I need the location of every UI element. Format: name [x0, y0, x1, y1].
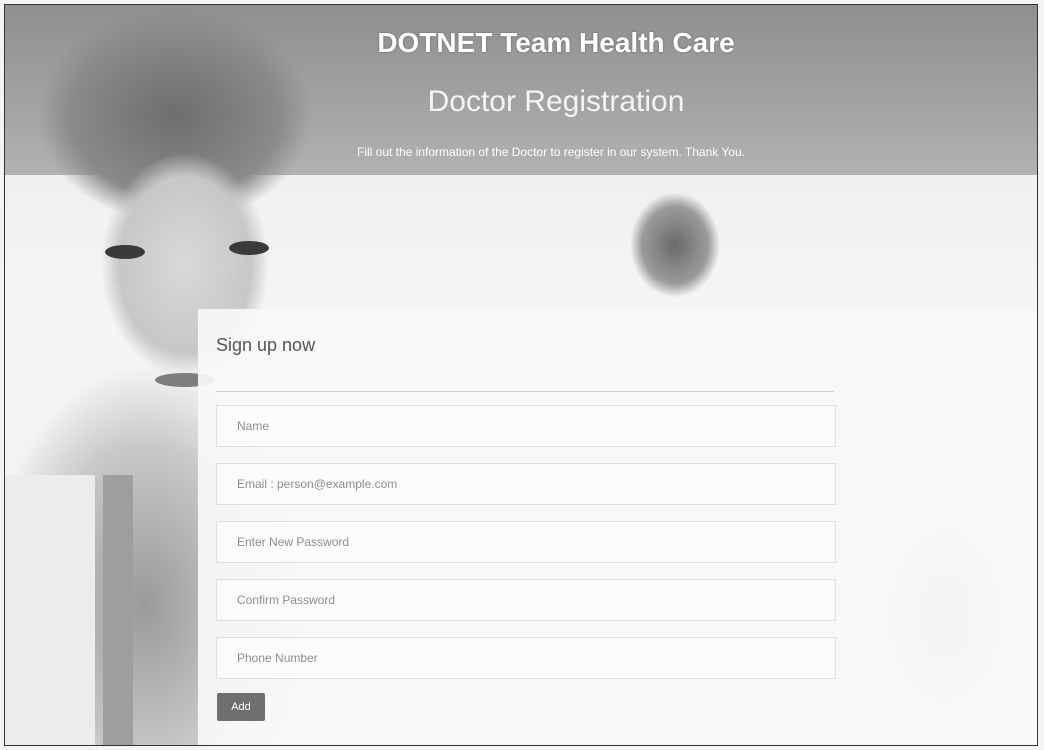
confirm-password-field[interactable] [216, 579, 836, 621]
signup-form: Sign up now Add [198, 309, 1037, 745]
add-button[interactable]: Add [217, 693, 265, 721]
page-description: Fill out the information of the Doctor t… [357, 145, 745, 159]
form-heading: Sign up now [216, 335, 316, 355]
site-title: DOTNET Team Health Care [377, 27, 735, 58]
photo-detail [103, 475, 133, 745]
new-password-field[interactable] [216, 521, 836, 563]
phone-number-field[interactable] [216, 637, 836, 679]
page: DOTNET Team Health Care Doctor Registrat… [4, 4, 1038, 746]
form-divider [216, 391, 834, 392]
photo-detail [105, 245, 145, 259]
email-field[interactable] [216, 463, 836, 505]
name-field[interactable] [216, 405, 836, 447]
background-man-photo [605, 175, 745, 315]
page-title: Doctor Registration [427, 85, 685, 118]
photo-detail [5, 475, 95, 745]
photo-detail [229, 241, 269, 255]
